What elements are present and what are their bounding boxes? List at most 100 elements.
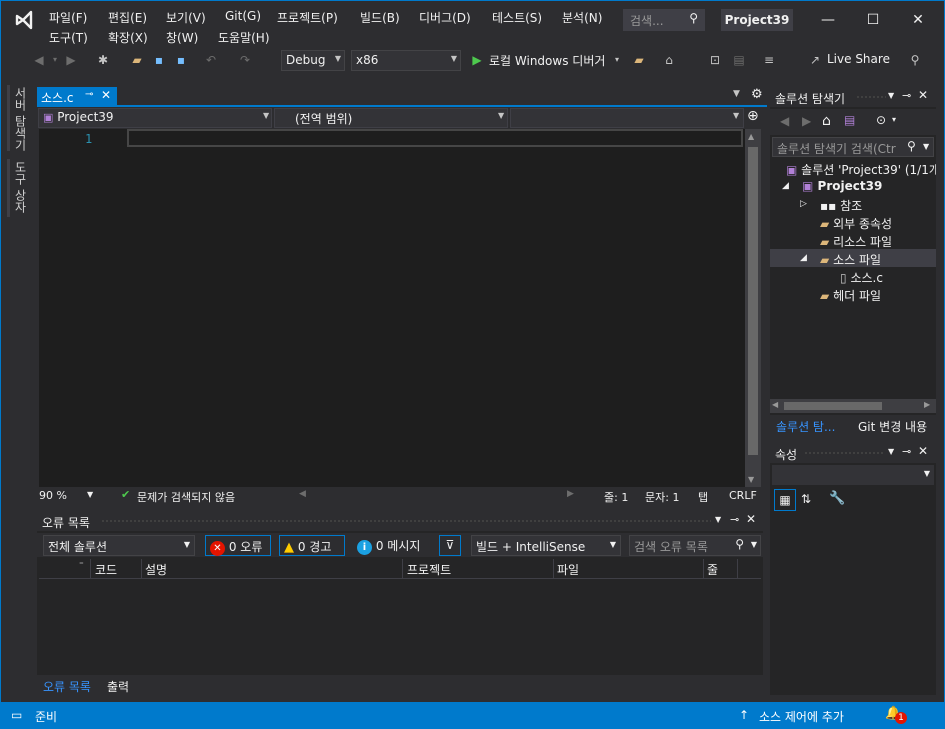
filter-icon[interactable]: ⊽	[439, 535, 461, 556]
output-window-icon[interactable]: ▭	[11, 708, 22, 722]
code-editor[interactable]	[39, 129, 745, 487]
tab-git-changes[interactable]: Git 변경 내용	[858, 418, 927, 435]
platform-select[interactable]: x86 ▼	[351, 50, 461, 71]
column-code[interactable]: 코드	[95, 561, 117, 578]
forward-icon[interactable]: ▶	[63, 52, 79, 68]
comment-icon[interactable]: ≡	[761, 52, 777, 68]
minimize-icon[interactable]: —	[819, 11, 837, 29]
scroll-right-icon[interactable]: ▶	[924, 400, 930, 409]
tab-solution-explorer[interactable]: 솔루션 탐...	[776, 418, 835, 435]
error-search-input[interactable]: 검색 오류 목록 ⚲ ▼	[629, 535, 761, 556]
hscroll-right-icon[interactable]: ▶	[567, 489, 574, 499]
tree-item-external-deps[interactable]: ▰ 외부 종속성	[820, 215, 892, 232]
menu-build[interactable]: 빌드(B)	[360, 9, 400, 26]
close-panel-icon[interactable]: ✕	[918, 88, 928, 102]
menu-analyze[interactable]: 분석(N)	[562, 9, 602, 26]
close-panel-icon[interactable]: ✕	[746, 512, 756, 526]
global-scope-select[interactable]: (전역 범위)	[274, 108, 508, 128]
column-file[interactable]: 파일	[557, 561, 579, 578]
toolbar-disabled-icon[interactable]: ▤	[731, 52, 747, 68]
menu-test[interactable]: 테스트(S)	[492, 9, 542, 26]
issues-status[interactable]: 문제가 검색되지 않음	[137, 489, 235, 505]
errors-filter-button[interactable]: ✕ 0 오류	[205, 535, 271, 556]
column-project[interactable]: 프로젝트	[407, 561, 451, 578]
warnings-filter-button[interactable]: ▲ 0 경고	[279, 535, 345, 556]
tree-item-references[interactable]: ▪▪ 참조	[820, 197, 862, 214]
scroll-left-icon[interactable]: ◀	[772, 400, 778, 409]
menu-debug[interactable]: 디버그(D)	[419, 9, 471, 26]
panel-menu-icon[interactable]: ▼	[888, 447, 894, 456]
sort-icon[interactable]: ⁼	[79, 561, 84, 571]
menu-help[interactable]: 도움말(H)	[218, 29, 270, 46]
panel-menu-icon[interactable]: ▼	[888, 91, 894, 100]
tree-item-resource-files[interactable]: ▰ 리소스 파일	[820, 233, 892, 250]
hscroll-left-icon[interactable]: ◀	[299, 489, 306, 499]
tree-item-source-files[interactable]: ▰ 소스 파일	[820, 251, 881, 268]
menu-window[interactable]: 창(W)	[166, 29, 198, 46]
char-indicator[interactable]: 문자: 1	[645, 489, 679, 505]
panel-menu-icon[interactable]: ▼	[715, 515, 721, 524]
split-editor-icon[interactable]: ⊕	[747, 108, 759, 124]
categorized-icon[interactable]: ▦	[774, 489, 796, 511]
pending-changes-icon[interactable]: ⊙	[876, 113, 886, 127]
eol-indicator[interactable]: CRLF	[729, 489, 757, 502]
close-tab-icon[interactable]: ✕	[101, 88, 111, 102]
settings-gear-icon[interactable]: ⚙	[751, 87, 763, 102]
tab-source-c[interactable]: 소스.c ⊸ ✕	[37, 87, 117, 106]
project-scope-select[interactable]: ▣ Project39	[38, 108, 272, 128]
global-search-input[interactable]: 검색... ⚲	[623, 9, 705, 31]
home-icon[interactable]: ⌂	[661, 52, 677, 68]
solution-config-select[interactable]: Debug ▼	[281, 50, 345, 71]
tab-error-list[interactable]: 오류 목록	[43, 678, 91, 695]
solution-hscrollbar[interactable]: ◀ ▶	[770, 399, 936, 413]
open-folder-icon[interactable]: ▰	[129, 52, 145, 68]
chevron-down-icon[interactable]: ▾	[892, 115, 896, 124]
scroll-down-icon[interactable]: ▼	[748, 475, 754, 484]
member-select[interactable]	[510, 108, 744, 128]
column-description[interactable]: 설명	[145, 561, 167, 578]
toolbar-tool-icon[interactable]: ⊡	[707, 52, 723, 68]
live-share-button[interactable]: Live Share	[827, 52, 890, 66]
chevron-down-icon[interactable]: ▼	[923, 142, 929, 151]
forward-icon[interactable]: ▶	[802, 114, 811, 128]
column-line[interactable]: 줄	[707, 561, 718, 578]
maximize-icon[interactable]: ☐	[864, 11, 882, 29]
close-panel-icon[interactable]: ✕	[918, 444, 928, 458]
tab-list-dropdown-icon[interactable]: ▼	[733, 89, 740, 99]
menu-edit[interactable]: 편집(E)	[108, 9, 147, 26]
collapse-arrow-icon[interactable]: ▷	[800, 199, 807, 209]
save-all-icon[interactable]: ▪	[173, 52, 189, 68]
build-source-select[interactable]: 빌드 + IntelliSense ▼	[471, 535, 621, 556]
property-pages-icon[interactable]: 🔧	[829, 491, 845, 506]
redo-icon[interactable]: ↷	[237, 52, 253, 68]
back-icon[interactable]: ◀	[780, 114, 789, 128]
menu-git[interactable]: Git(G)	[225, 9, 261, 23]
feedback-icon[interactable]: ⚲	[907, 52, 923, 68]
live-share-icon[interactable]: ↗	[807, 52, 823, 68]
pin-icon[interactable]: ⊸	[85, 89, 93, 100]
server-explorer-tab[interactable]: 서버 탐색기	[9, 87, 29, 151]
browse-folder-icon[interactable]: ▰	[631, 52, 647, 68]
menu-tools[interactable]: 도구(T)	[49, 29, 88, 46]
chevron-down-icon[interactable]: ▼	[87, 490, 93, 499]
properties-object-select[interactable]: ▼	[772, 465, 934, 485]
home-icon[interactable]: ⌂	[822, 113, 831, 129]
tab-indicator[interactable]: 탭	[698, 489, 708, 505]
alphabetical-icon[interactable]: ⇅	[801, 492, 811, 506]
solution-hscroll-thumb[interactable]	[784, 402, 882, 410]
new-project-icon[interactable]: ✱	[95, 52, 111, 68]
scroll-up-icon[interactable]: ▲	[748, 132, 754, 141]
pin-icon[interactable]: ⊸	[730, 513, 739, 526]
editor-scroll-thumb[interactable]	[748, 147, 758, 455]
switch-views-icon[interactable]: ▤	[844, 113, 855, 127]
debug-target-dropdown-icon[interactable]: ▾	[609, 52, 625, 68]
zoom-level[interactable]: 90 %	[39, 489, 67, 502]
menu-project[interactable]: 프로젝트(P)	[277, 9, 338, 26]
menu-file[interactable]: 파일(F)	[49, 9, 87, 26]
add-source-control-button[interactable]: 소스 제어에 추가	[759, 708, 844, 725]
menu-extensions[interactable]: 확장(X)	[108, 29, 148, 46]
undo-icon[interactable]: ↶	[203, 52, 219, 68]
toolbox-tab[interactable]: 도구 상자	[9, 161, 29, 213]
tab-output[interactable]: 출력	[107, 678, 129, 695]
line-indicator[interactable]: 줄: 1	[604, 489, 628, 505]
